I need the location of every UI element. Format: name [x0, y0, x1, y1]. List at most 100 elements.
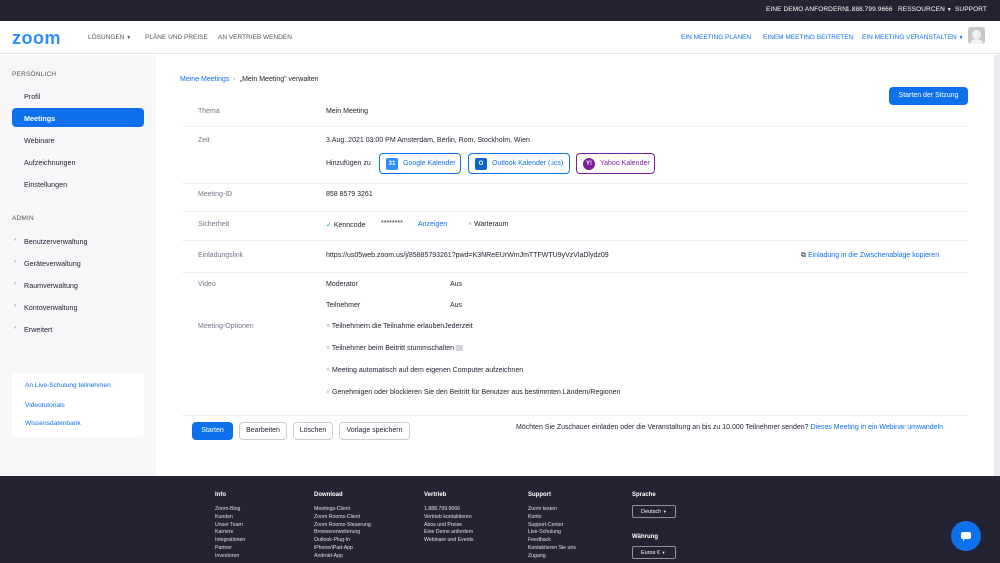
- host-meeting-label: EIN MEETING VERANSTALTEN: [862, 34, 957, 41]
- footer-link[interactable]: Konto: [528, 514, 576, 522]
- avatar[interactable]: [968, 27, 985, 44]
- participant-video-label: Teilnehmer: [326, 302, 361, 309]
- currency-select[interactable]: Euros € ▼: [632, 546, 676, 559]
- schedule-meeting-link[interactable]: EIN MEETING PLANEN: [681, 34, 751, 41]
- sidebar-item-webinars[interactable]: Webinare: [12, 130, 144, 149]
- live-training-link[interactable]: An Live-Schulung teilnehmen: [25, 382, 111, 389]
- footer-link[interactable]: Unser Team: [215, 522, 245, 530]
- sidebar-item-settings[interactable]: Einstellungen: [12, 174, 144, 193]
- copy-icon: ⧉: [801, 252, 806, 259]
- request-demo-link[interactable]: EINE DEMO ANFORDERN: [766, 6, 847, 13]
- chevron-down-icon: ▼: [126, 35, 132, 41]
- footer-link[interactable]: Kontaktieren Sie uns: [528, 545, 576, 553]
- chat-support-button[interactable]: [951, 521, 981, 551]
- sidebar-item-user-management[interactable]: › Benutzerverwaltung: [12, 231, 144, 250]
- sidebar-item-label: Geräteverwaltung: [24, 259, 81, 268]
- start-session-button[interactable]: Starten der Sitzung: [889, 87, 968, 105]
- passcode-masked: ********: [381, 220, 403, 227]
- footer-link[interactable]: Meetings-Client: [314, 506, 371, 514]
- outlook-calendar-button[interactable]: O Outlook Kalender (.ics): [468, 153, 570, 174]
- footer-link[interactable]: Android-App: [314, 553, 371, 561]
- x-icon: ×: [326, 389, 331, 396]
- resources-menu[interactable]: RESSOURCEN ▼: [898, 6, 952, 13]
- footer-link[interactable]: Investoren: [215, 553, 245, 561]
- meeting-id-value: 858 8579 3261: [326, 191, 373, 198]
- sidebar-item-recordings[interactable]: Aufzeichnungen: [12, 152, 144, 171]
- footer-link[interactable]: Zoom-Blog: [215, 506, 245, 514]
- footer-link[interactable]: Zoom testen: [528, 506, 576, 514]
- divider: [182, 240, 968, 241]
- footer-link[interactable]: Outlook-Plug-In: [314, 537, 371, 545]
- video-tutorials-link[interactable]: Videotutorials: [25, 402, 65, 409]
- footer-link[interactable]: Eine Demo anfordern: [424, 529, 474, 537]
- footer-link[interactable]: Zoom Rooms-Client: [314, 514, 371, 522]
- video-label: Video: [198, 281, 216, 288]
- divider: [182, 211, 968, 212]
- x-icon: ×: [326, 345, 331, 352]
- x-icon: ×: [468, 221, 473, 228]
- invite-link-label: Einladungslink: [198, 252, 244, 259]
- option-join-anytime: × Teilnehmern die Teilnahme erlaubenJede…: [326, 323, 473, 330]
- chevron-right-icon: ›: [14, 281, 16, 287]
- footer-link[interactable]: Live-Schulung: [528, 529, 576, 537]
- footer-link[interactable]: Zugang: [528, 553, 576, 561]
- host-meeting-menu[interactable]: EIN MEETING VERANSTALTEN ▼: [862, 34, 964, 41]
- zoom-logo[interactable]: zoom: [12, 28, 61, 49]
- convert-to-webinar-link[interactable]: Dieses Meeting in ein Webinar umwandeln: [810, 424, 943, 431]
- breadcrumb-my-meetings[interactable]: Meine Meetings: [180, 76, 229, 83]
- option-label: Genehmigen oder blockieren Sie den Beitr…: [332, 389, 621, 396]
- footer-sales-title: Vertrieb: [424, 492, 447, 498]
- meeting-id-label: Meeting-ID: [198, 191, 233, 198]
- footer-link[interactable]: Kunden: [215, 514, 245, 522]
- footer-link[interactable]: Feedback: [528, 537, 576, 545]
- scrollbar[interactable]: [994, 55, 1000, 476]
- google-calendar-button[interactable]: 31 Google Kalender: [379, 153, 461, 174]
- divider: [182, 183, 968, 184]
- join-meeting-link[interactable]: EINEM MEETING BEITRETEN: [763, 34, 853, 41]
- invite-link-url: https://us05web.zoom.us/j/85885793261?pw…: [326, 252, 609, 259]
- google-calendar-icon: 31: [386, 158, 398, 170]
- footer-link[interactable]: Browsererweiterung: [314, 529, 371, 537]
- footer-link[interactable]: Webinare und Events: [424, 537, 474, 545]
- footer-link[interactable]: Partner: [215, 545, 245, 553]
- start-meeting-button[interactable]: Starten: [192, 422, 233, 440]
- footer-link[interactable]: Zoom Rooms-Steuerung: [314, 522, 371, 530]
- passcode-status: ✓ Kenncode: [326, 221, 365, 229]
- footer-link[interactable]: Integrationen: [215, 537, 245, 545]
- phone-number: 1.888.799.9666: [846, 6, 893, 13]
- sidebar-item-label: Erweitert: [24, 325, 53, 334]
- divider: [182, 126, 968, 127]
- sidebar-item-account-management[interactable]: › Kontoverwaltung: [12, 297, 144, 316]
- outlook-calendar-label: Outlook Kalender (.ics): [492, 160, 564, 167]
- copy-invitation-link[interactable]: ⧉ Einladung in die Zwischenablage kopier…: [801, 252, 939, 260]
- time-value: 3.Aug..2021 03:00 PM Amsterdam, Berlin, …: [326, 137, 530, 144]
- sidebar-item-profile[interactable]: Profil: [12, 86, 144, 105]
- breadcrumb: Meine Meetings › „Mein Meeting" verwalten: [180, 76, 319, 83]
- language-select[interactable]: Deutsch ▼: [632, 505, 676, 518]
- sidebar-item-room-management[interactable]: › Raumverwaltung: [12, 275, 144, 294]
- footer-link[interactable]: Abos und Preise: [424, 522, 474, 530]
- chevron-right-icon: ›: [14, 237, 16, 243]
- webinar-prompt: Möchten Sie Zuschauer einladen oder die …: [516, 424, 943, 431]
- solutions-menu[interactable]: LÖSUNGEN ▼: [88, 34, 131, 41]
- yahoo-calendar-button[interactable]: Y! Yahoo Kalender: [576, 153, 655, 174]
- footer-link[interactable]: Karriere: [215, 529, 245, 537]
- footer-link[interactable]: iPhone/iPad-App: [314, 545, 371, 553]
- plans-pricing-link[interactable]: PLÄNE UND PREISE: [145, 34, 208, 41]
- support-link[interactable]: SUPPORT: [955, 6, 987, 13]
- show-passcode-link[interactable]: Anzeigen: [418, 221, 447, 228]
- footer-link[interactable]: 1.888.799.9666: [424, 506, 474, 514]
- divider: [182, 272, 968, 273]
- edit-button[interactable]: Bearbeiten: [239, 422, 287, 440]
- delete-button[interactable]: Löschen: [293, 422, 333, 440]
- webinar-question: Möchten Sie Zuschauer einladen oder die …: [516, 424, 809, 431]
- sidebar-item-advanced[interactable]: › Erweitert: [12, 319, 144, 338]
- save-template-button[interactable]: Vorlage speichern: [339, 422, 410, 440]
- contact-sales-link[interactable]: AN VERTRIEB WENDEN: [218, 34, 292, 41]
- sidebar-item-device-management[interactable]: › Geräteverwaltung: [12, 253, 144, 272]
- footer-link[interactable]: Support-Center: [528, 522, 576, 530]
- sidebar-item-meetings[interactable]: Meetings: [12, 108, 144, 127]
- yahoo-icon: Y!: [583, 158, 595, 170]
- knowledge-base-link[interactable]: Wissensdatenbank: [25, 420, 81, 427]
- footer-link[interactable]: Vertrieb kontaktieren: [424, 514, 474, 522]
